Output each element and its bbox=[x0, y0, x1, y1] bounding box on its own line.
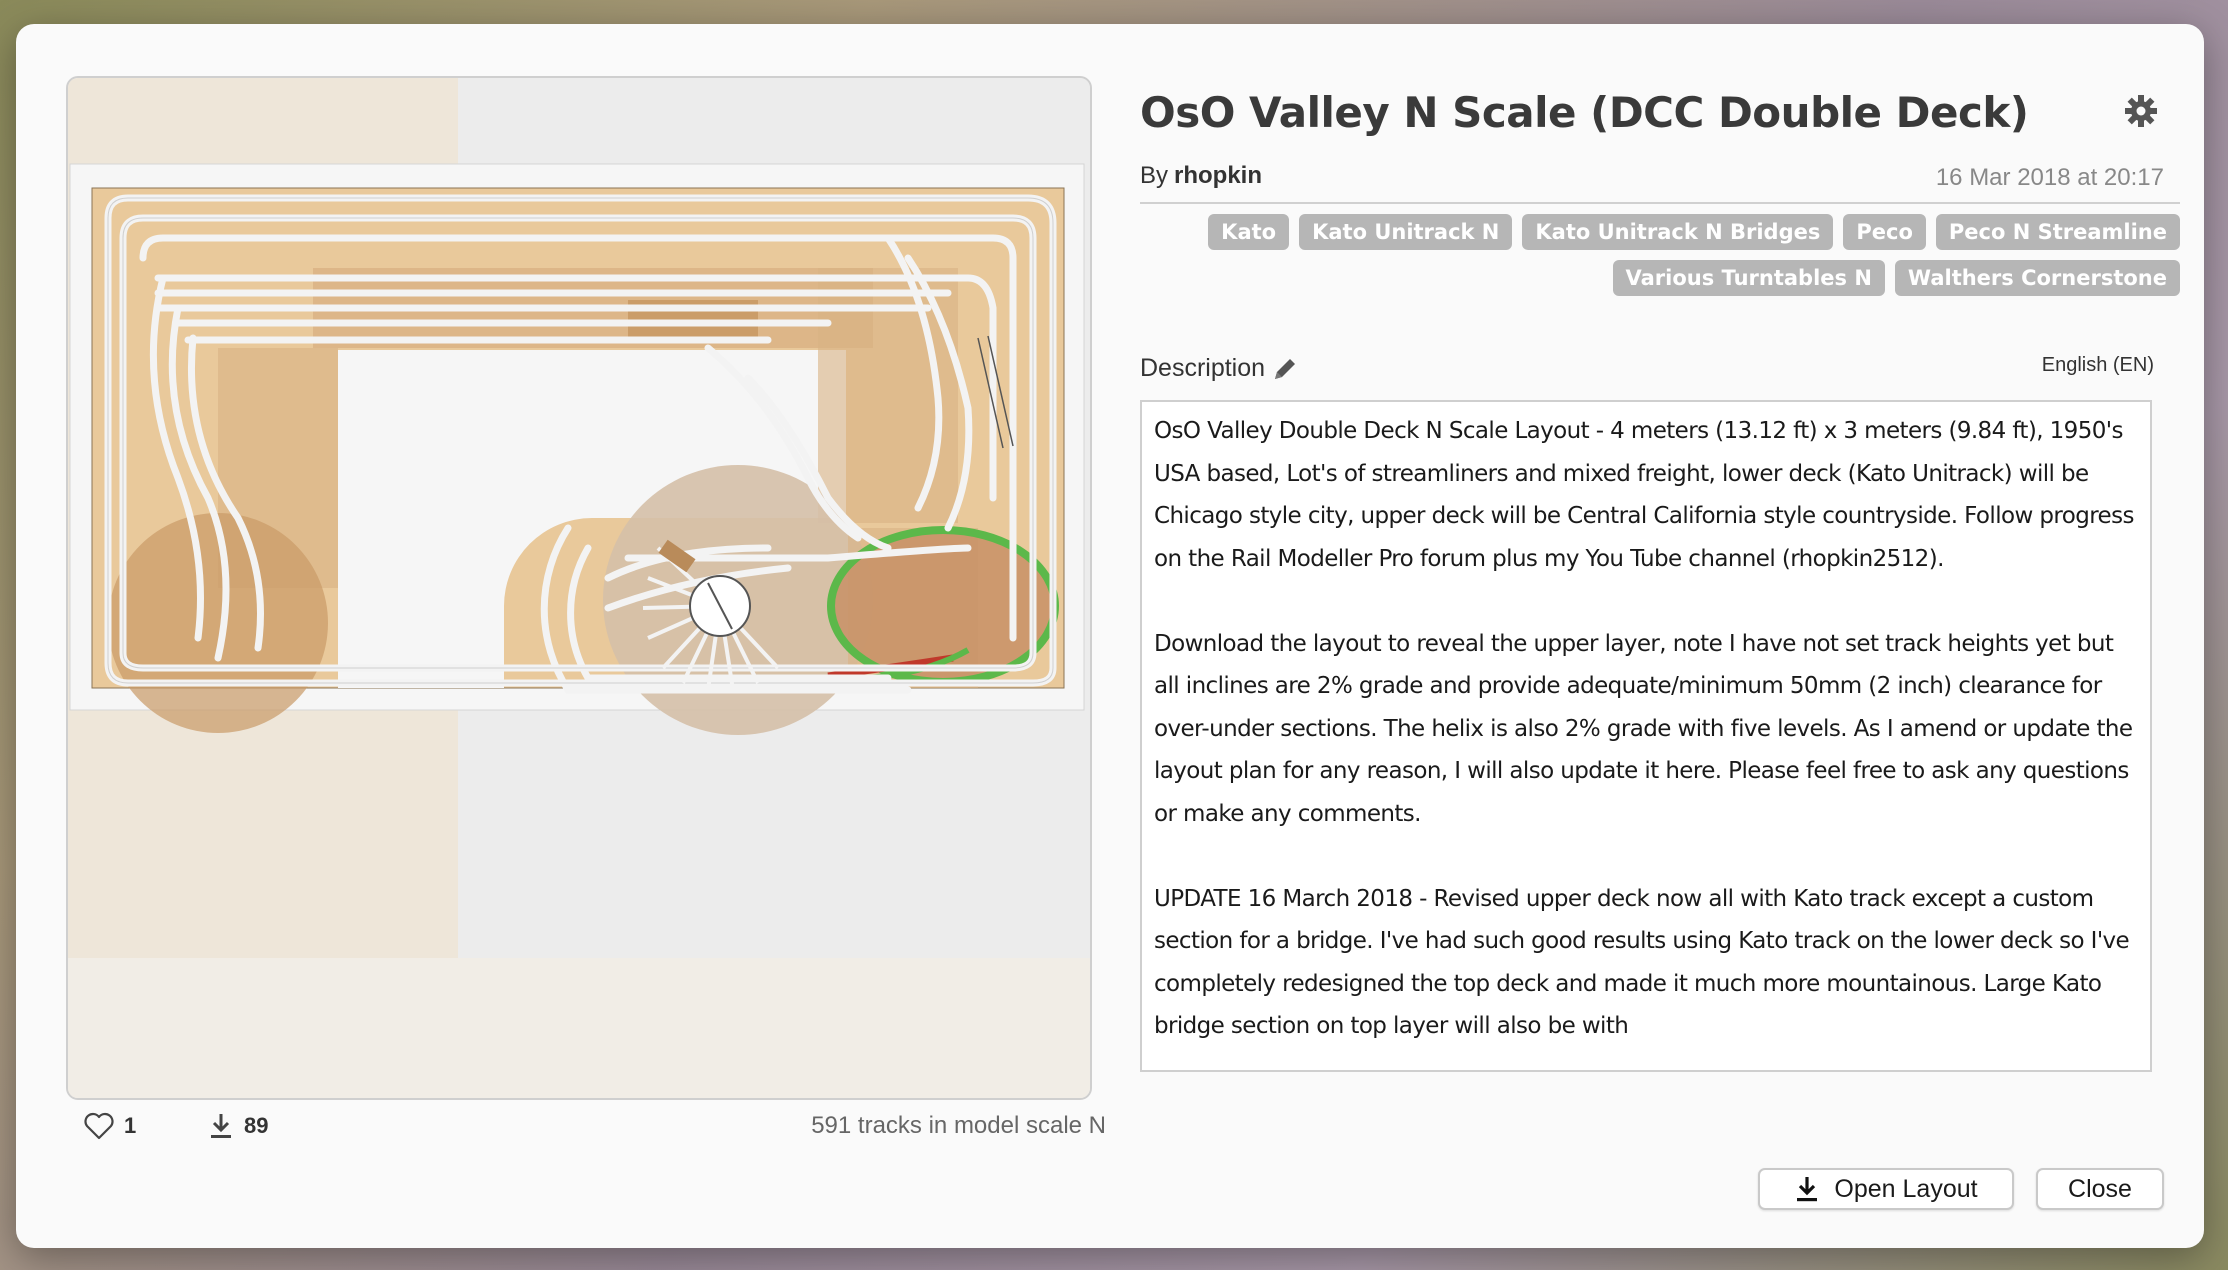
language-selector[interactable]: English (EN) bbox=[2042, 354, 2154, 377]
close-button[interactable]: Close bbox=[2036, 1168, 2164, 1210]
description-label: Description bbox=[1140, 354, 1266, 382]
byline: By rhopkin bbox=[1140, 162, 1262, 190]
layout-title: OsO Valley N Scale (DCC Double Deck) bbox=[1140, 88, 2029, 137]
layout-details-dialog: 1 89 591 tracks in model scale N OsO Val… bbox=[16, 24, 2204, 1248]
tag[interactable]: Walthers Cornerstone bbox=[1894, 260, 2180, 296]
layout-preview[interactable] bbox=[66, 76, 1092, 1100]
tag[interactable]: Kato Unitrack N bbox=[1299, 214, 1513, 250]
track-summary: 591 tracks in model scale N bbox=[811, 1112, 1106, 1139]
tag[interactable]: Various Turntables N bbox=[1612, 260, 1885, 296]
author-name[interactable]: rhopkin bbox=[1174, 162, 1262, 189]
publish-date: 16 Mar 2018 at 20:17 bbox=[1935, 164, 2164, 191]
tag[interactable]: Kato bbox=[1208, 214, 1290, 250]
by-label: By bbox=[1140, 162, 1169, 189]
description-text[interactable]: OsO Valley Double Deck N Scale Layout - … bbox=[1140, 400, 2152, 1072]
tag[interactable]: Peco N Streamline bbox=[1935, 214, 2180, 250]
like-count: 1 bbox=[124, 1113, 137, 1138]
heart-icon[interactable] bbox=[84, 1112, 114, 1140]
tag-list: Kato Kato Unitrack N Kato Unitrack N Bri… bbox=[1140, 214, 2180, 296]
description-paragraph: Download the layout to reveal the upper … bbox=[1154, 630, 2133, 827]
divider bbox=[1140, 202, 2180, 204]
open-layout-label: Open Layout bbox=[1834, 1174, 1978, 1203]
tag[interactable]: Kato Unitrack N Bridges bbox=[1522, 214, 1834, 250]
download-stat[interactable]: 89 bbox=[208, 1112, 268, 1140]
track-plan-image bbox=[68, 78, 1090, 1098]
layout-stats: 1 89 591 tracks in model scale N bbox=[66, 1110, 1106, 1150]
download-count: 89 bbox=[244, 1113, 269, 1138]
open-layout-button[interactable]: Open Layout bbox=[1758, 1168, 2014, 1210]
pencil-icon[interactable] bbox=[1270, 354, 1300, 384]
gear-icon[interactable] bbox=[2124, 94, 2158, 128]
close-label: Close bbox=[2068, 1174, 2132, 1203]
download-icon bbox=[1797, 1177, 1818, 1202]
download-icon[interactable] bbox=[208, 1112, 234, 1140]
like-stat[interactable]: 1 bbox=[84, 1112, 136, 1140]
description-paragraph: OsO Valley Double Deck N Scale Layout - … bbox=[1154, 418, 2134, 572]
tag[interactable]: Peco bbox=[1843, 214, 1926, 250]
description-paragraph: UPDATE 16 March 2018 - Revised upper dec… bbox=[1154, 885, 2130, 1040]
